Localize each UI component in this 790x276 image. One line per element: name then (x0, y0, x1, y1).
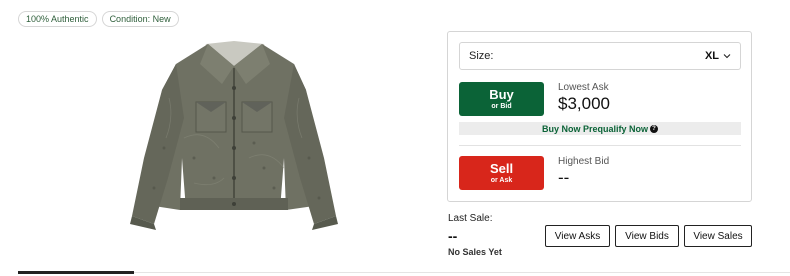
prequalify-link[interactable]: Buy Now Prequalify Now ? (459, 122, 741, 135)
lowest-ask: Lowest Ask $3,000 (558, 82, 610, 114)
last-sale-label: Last Sale: (448, 213, 493, 224)
view-bids-button[interactable]: View Bids (615, 225, 679, 247)
highest-bid-label: Highest Bid (558, 156, 610, 167)
size-value: XL (704, 50, 719, 62)
size-label: Size: (469, 50, 494, 62)
divider (459, 145, 741, 146)
authentic-badge: 100% Authentic (18, 11, 97, 27)
denim-jacket-image (130, 41, 338, 230)
chevron-down-icon (723, 54, 731, 59)
buy-button[interactable]: Buy or Bid (459, 82, 544, 116)
view-sales-button[interactable]: View Sales (684, 225, 752, 247)
badge-row: 100% Authentic Condition: New (18, 11, 179, 27)
sell-button-label: Sell (489, 160, 514, 176)
last-sale-value: -- (448, 228, 458, 244)
last-sale: Last Sale: -- No Sales Yet (448, 213, 502, 258)
lowest-ask-price: $3,000 (558, 94, 610, 113)
lowest-ask-label: Lowest Ask (558, 82, 609, 93)
condition-badge: Condition: New (101, 11, 179, 27)
buy-button-label: Buy (489, 86, 514, 102)
purchase-panel: Size: XL Buy or Bid Lowest Ask $3,000 Bu… (447, 31, 752, 202)
highest-bid: Highest Bid -- (558, 156, 609, 188)
highest-bid-price: -- (558, 168, 570, 187)
view-asks-button[interactable]: View Asks (545, 225, 610, 247)
sell-button[interactable]: Sell or Ask (459, 156, 544, 190)
prequalify-label: Buy Now Prequalify Now (541, 123, 648, 134)
question-icon[interactable]: ? (650, 124, 658, 133)
sell-button-sublabel: or Ask (490, 176, 513, 184)
size-selector[interactable]: Size: XL (459, 42, 741, 70)
last-sale-note: No Sales Yet (448, 247, 502, 257)
active-tab-indicator (18, 271, 134, 274)
buy-button-sublabel: or Bid (491, 102, 512, 110)
